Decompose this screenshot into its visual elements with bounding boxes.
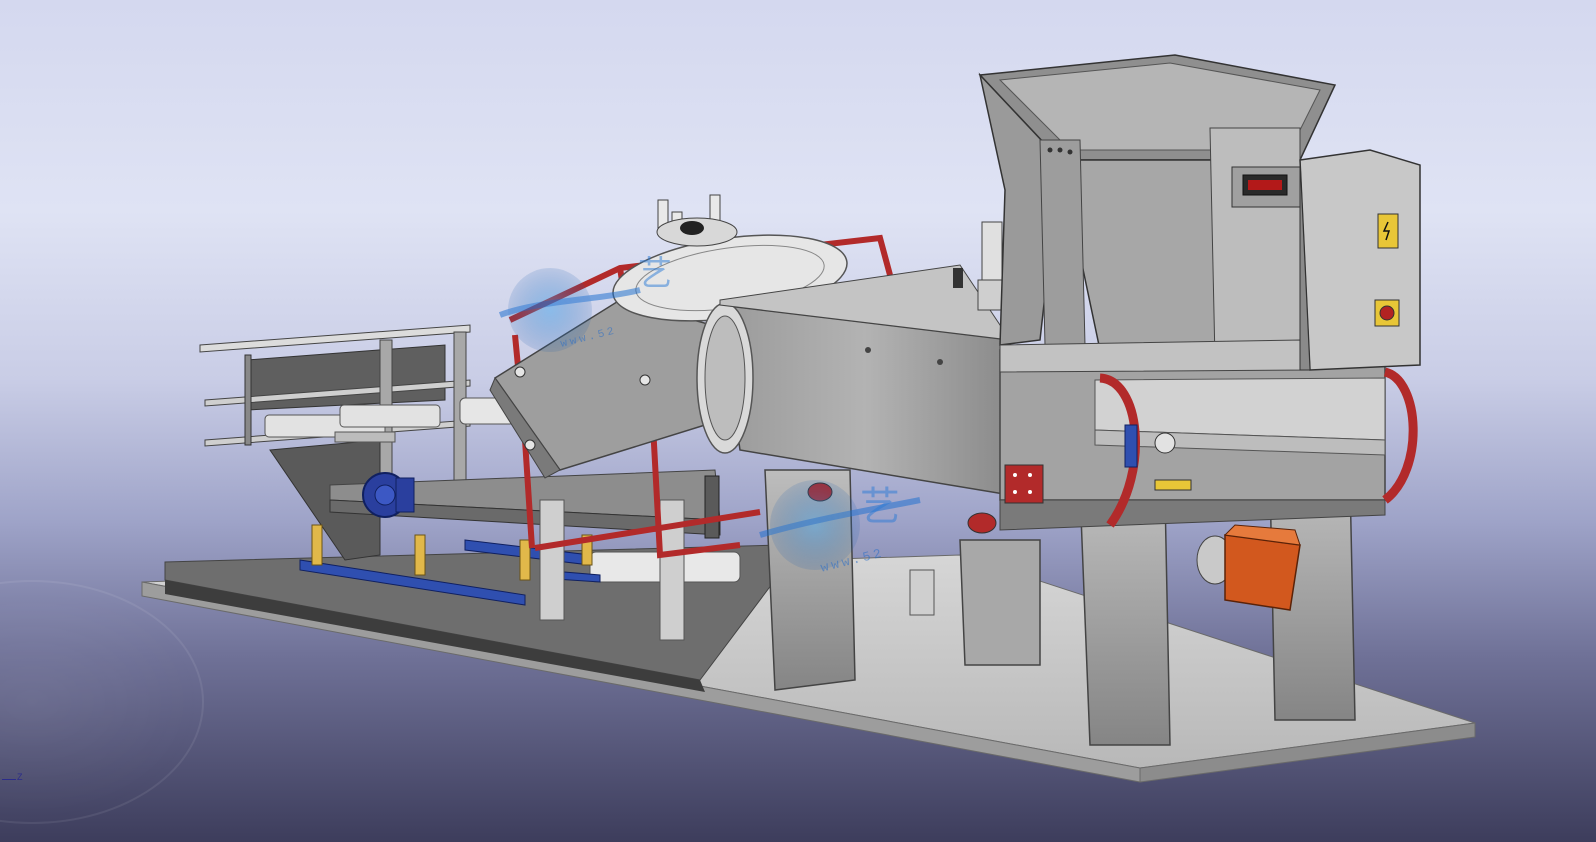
feed-hopper[interactable]	[978, 54, 1337, 373]
main-trough[interactable]	[999, 349, 1386, 531]
z-axis-arrow-icon	[2, 779, 16, 780]
watermark-brand-2: 艺	[860, 484, 900, 530]
axis-triad: Z	[0, 772, 30, 786]
watermark-brand-1: 艺	[638, 254, 672, 294]
digital-display	[1231, 166, 1301, 208]
z-axis-label: Z	[17, 772, 23, 782]
yellow-tag	[1154, 479, 1192, 491]
machine-model[interactable]: 艺 艺	[0, 0, 1596, 842]
cad-viewport[interactable]: 艺 艺 www.52 www.52 Z	[0, 0, 1596, 842]
orange-motor[interactable]	[1196, 524, 1301, 611]
control-box[interactable]	[1299, 149, 1421, 371]
screw-barrel[interactable]	[696, 264, 1012, 496]
terminal-block	[1004, 464, 1044, 504]
blue-drive-motor[interactable]	[362, 472, 415, 518]
